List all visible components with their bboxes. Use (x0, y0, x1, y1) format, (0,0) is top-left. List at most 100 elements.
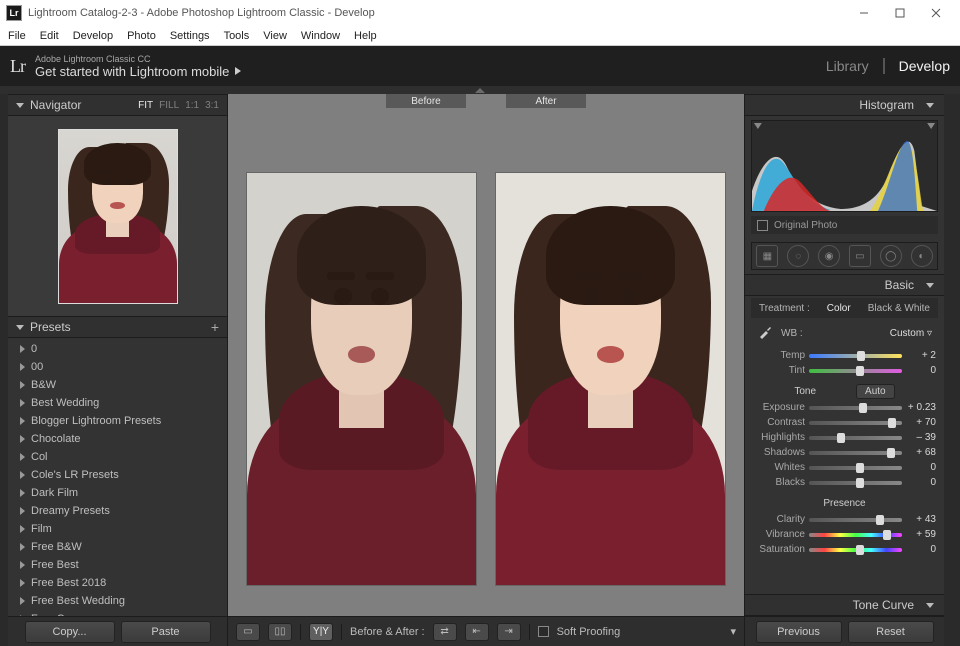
auto-tone-button[interactable]: Auto (856, 384, 895, 399)
menu-file[interactable]: File (8, 30, 26, 42)
menu-view[interactable]: View (263, 30, 287, 42)
ba-copy-right-icon[interactable]: ⇥ (497, 623, 521, 641)
slider-track[interactable] (809, 406, 902, 410)
ba-swap-icon[interactable]: ⇄ (433, 623, 457, 641)
treatment-color[interactable]: Color (827, 303, 851, 314)
menu-photo[interactable]: Photo (127, 30, 156, 42)
reset-button[interactable]: Reset (848, 621, 934, 643)
slider-saturation[interactable]: Saturation0 (753, 542, 936, 557)
toolbar-expand-icon[interactable]: ▾ (730, 625, 736, 638)
slider-blacks[interactable]: Blacks0 (753, 475, 936, 490)
preset-item[interactable]: Col (8, 448, 227, 466)
preset-item[interactable]: Dark Film (8, 484, 227, 502)
grad-filter-icon[interactable]: ▭ (849, 245, 871, 267)
redeye-tool-icon[interactable]: ◉ (818, 245, 840, 267)
window-minimize-button[interactable] (846, 0, 882, 26)
preset-item[interactable]: Free B&W (8, 538, 227, 556)
slider-contrast[interactable]: Contrast+ 70 (753, 415, 936, 430)
navigator-header[interactable]: Navigator FIT FILL 1:1 3:1 (8, 94, 227, 116)
top-collapse-handle[interactable] (0, 86, 960, 94)
histogram-display[interactable] (751, 120, 938, 212)
after-image[interactable] (495, 172, 726, 586)
slider-exposure[interactable]: Exposure+ 0.23 (753, 400, 936, 415)
nav-zoom-31[interactable]: 3:1 (205, 100, 219, 111)
get-started-link[interactable]: Get started with Lightroom mobile (35, 64, 241, 79)
before-image[interactable] (246, 172, 477, 586)
navigator-body[interactable] (8, 116, 227, 316)
slider-track[interactable] (809, 436, 902, 440)
slider-track[interactable] (809, 451, 902, 455)
menu-develop[interactable]: Develop (73, 30, 113, 42)
slider-value: + 68 (906, 447, 936, 458)
slider-clarity[interactable]: Clarity+ 43 (753, 512, 936, 527)
slider-shadows[interactable]: Shadows+ 68 (753, 445, 936, 460)
paste-button[interactable]: Paste (121, 621, 211, 643)
right-edge-handle[interactable] (952, 94, 960, 646)
navigator-thumbnail[interactable] (58, 129, 178, 304)
menu-edit[interactable]: Edit (40, 30, 59, 42)
slider-track[interactable] (809, 421, 902, 425)
ba-copy-left-icon[interactable]: ⇤ (465, 623, 489, 641)
slider-track[interactable] (809, 354, 902, 358)
tone-curve-header[interactable]: Tone Curve (745, 594, 944, 616)
wb-dropdown[interactable]: Custom ▿ (890, 328, 932, 339)
menu-window[interactable]: Window (301, 30, 340, 42)
menu-help[interactable]: Help (354, 30, 377, 42)
nav-zoom-fit[interactable]: FIT (138, 100, 153, 111)
preset-item[interactable]: 0 (8, 340, 227, 358)
slider-track[interactable] (809, 518, 902, 522)
histogram-header[interactable]: Histogram (745, 94, 944, 116)
original-photo-toggle[interactable]: Original Photo (751, 216, 938, 234)
preset-item[interactable]: Free Best (8, 556, 227, 574)
preset-item[interactable]: Dreamy Presets (8, 502, 227, 520)
module-develop[interactable]: Develop (899, 58, 950, 74)
preset-item[interactable]: Best Wedding (8, 394, 227, 412)
preset-item[interactable]: Film (8, 520, 227, 538)
spot-tool-icon[interactable]: ◌ (787, 245, 809, 267)
preset-label: Best Wedding (31, 397, 99, 409)
preset-item[interactable]: Chocolate (8, 430, 227, 448)
eyedropper-icon[interactable] (757, 324, 775, 342)
soft-proofing-checkbox[interactable] (538, 626, 549, 637)
copy-button[interactable]: Copy... (25, 621, 115, 643)
preset-item[interactable]: B&W (8, 376, 227, 394)
basic-header[interactable]: Basic (745, 274, 944, 296)
preset-item[interactable]: Free Best Wedding (8, 592, 227, 610)
slider-whites[interactable]: Whites0 (753, 460, 936, 475)
brush-tool-icon[interactable]: ◐ (911, 245, 933, 267)
slider-highlights[interactable]: Highlights– 39 (753, 430, 936, 445)
slider-track[interactable] (809, 548, 902, 552)
preset-item[interactable]: Blogger Lightroom Presets (8, 412, 227, 430)
radial-filter-icon[interactable]: ◯ (880, 245, 902, 267)
view-loupe-icon[interactable]: ▭ (236, 623, 260, 641)
view-before-after-icon[interactable]: Y|Y (309, 623, 333, 641)
view-split-icon[interactable]: ▯▯ (268, 623, 292, 641)
add-preset-button[interactable]: + (211, 319, 219, 335)
slider-track[interactable] (809, 466, 902, 470)
slider-track[interactable] (809, 533, 902, 537)
nav-zoom-11[interactable]: 1:1 (185, 100, 199, 111)
right-scrollbar[interactable] (944, 94, 952, 646)
module-library[interactable]: Library (826, 58, 869, 74)
left-edge-handle[interactable] (0, 94, 8, 646)
crop-tool-icon[interactable]: ▦ (756, 245, 778, 267)
slider-tint[interactable]: Tint0 (753, 363, 936, 378)
preset-item[interactable]: Free Best 2018 (8, 574, 227, 592)
menu-tools[interactable]: Tools (224, 30, 250, 42)
treatment-bw[interactable]: Black & White (868, 303, 930, 314)
menu-settings[interactable]: Settings (170, 30, 210, 42)
window-maximize-button[interactable] (882, 0, 918, 26)
previous-button[interactable]: Previous (756, 621, 842, 643)
nav-zoom-fill[interactable]: FILL (159, 100, 179, 111)
slider-track[interactable] (809, 481, 902, 485)
slider-vibrance[interactable]: Vibrance+ 59 (753, 527, 936, 542)
presets-list[interactable]: 000B&WBest WeddingBlogger Lightroom Pres… (8, 338, 227, 616)
preset-item[interactable]: Cole's LR Presets (8, 466, 227, 484)
window-close-button[interactable] (918, 0, 954, 26)
preset-item[interactable]: 00 (8, 358, 227, 376)
original-photo-checkbox[interactable] (757, 220, 768, 231)
slider-temp[interactable]: Temp+ 2 (753, 348, 936, 363)
slider-track[interactable] (809, 369, 902, 373)
presets-header[interactable]: Presets + (8, 316, 227, 338)
tone-section-label: Tone (794, 386, 816, 397)
